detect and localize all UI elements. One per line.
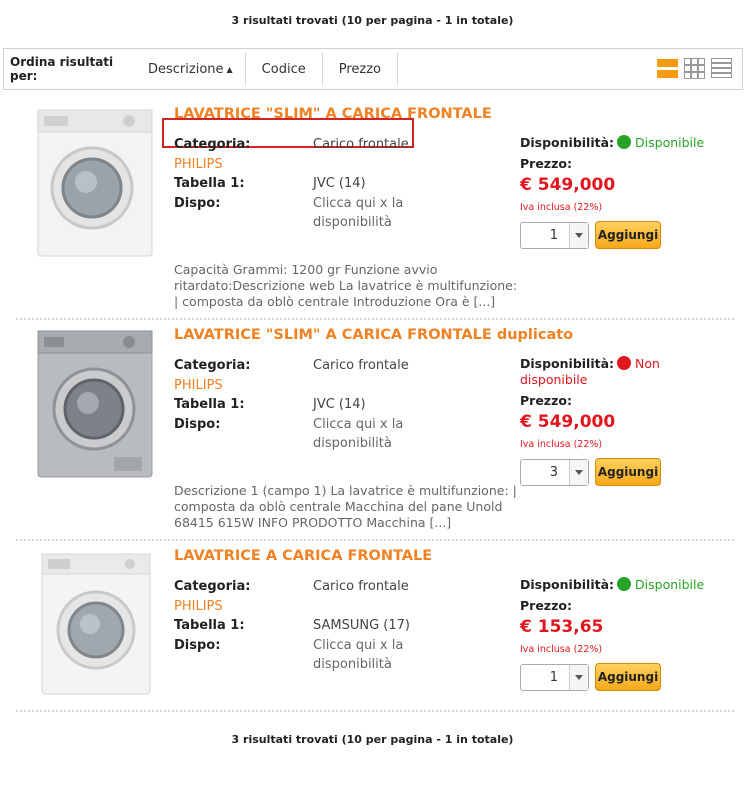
price-value: € 153,65 [520, 617, 604, 637]
dispo-label: Dispo: [174, 196, 221, 211]
price-label: Prezzo: [520, 598, 572, 613]
sort-ascending-icon: ▲ [226, 64, 233, 74]
brand-link[interactable]: PHILIPS [174, 157, 223, 172]
washing-machine-image[interactable] [34, 108, 156, 258]
product-card: LAVATRICE "SLIM" A CARICA FRONTALE dupli… [16, 321, 734, 541]
category-value: Carico frontale [313, 137, 409, 152]
list-view-icon[interactable] [657, 58, 678, 79]
chevron-down-icon [569, 460, 588, 485]
availability-row: Disponibilità: Disponibile [520, 577, 704, 592]
chevron-down-icon [569, 223, 588, 248]
sort-descrizione-button[interactable]: Descrizione ▲ [140, 52, 246, 86]
tabella-value: JVC (14) [313, 176, 366, 191]
tabella-label: Tabella 1: [174, 176, 245, 191]
tabella-label: Tabella 1: [174, 618, 245, 633]
compact-list-icon[interactable] [711, 58, 732, 79]
sort-bar: Ordina risultati per: Descrizione ▲ Codi… [3, 48, 743, 90]
price-value: € 549,000 [520, 175, 616, 195]
add-to-cart-button[interactable]: Aggiungi [595, 663, 661, 691]
tabella-value: JVC (14) [313, 397, 366, 412]
category-value: Carico frontale [313, 358, 409, 373]
category-value: Carico frontale [313, 579, 409, 594]
brand-link[interactable]: PHILIPS [174, 378, 223, 393]
quantity-select[interactable]: 1 [520, 664, 589, 691]
washing-machine-image[interactable] [34, 550, 156, 700]
dispo-label: Dispo: [174, 638, 221, 653]
quantity-select[interactable]: 1 [520, 222, 589, 249]
add-to-cart-button[interactable]: Aggiungi [595, 458, 661, 486]
results-count-bottom: 3 risultati trovati (10 per pagina - 1 i… [231, 733, 514, 746]
dispo-link[interactable]: Clicca qui x la disponibilità [313, 415, 423, 453]
product-card: LAVATRICE A CARICA FRONTALE Categoria: C… [16, 542, 734, 712]
category-label: Categoria: [174, 579, 251, 594]
availability-dot-icon [617, 356, 632, 370]
availability-row: Disponibilità: Non disponibile [520, 356, 700, 388]
sort-codice-button[interactable]: Codice [246, 52, 323, 86]
availability-label: Disponibilità: [520, 356, 615, 371]
category-label: Categoria: [174, 358, 251, 373]
product-description: Capacità Grammi: 1200 gr Funzione avvio … [174, 262, 518, 309]
vat-note: Iva inclusa (22%) [520, 202, 603, 213]
dispo-link[interactable]: Clicca qui x la disponibilità [313, 194, 423, 232]
availability-label: Disponibilità: [520, 577, 615, 592]
tabella-label: Tabella 1: [174, 397, 245, 412]
product-description: Descrizione 1 (campo 1) La lavatrice è m… [174, 483, 517, 530]
availability-dot-icon [617, 577, 632, 591]
availability-value: Disponibile [635, 135, 705, 150]
price-label: Prezzo: [520, 156, 572, 171]
category-label: Categoria: [174, 137, 251, 152]
chevron-down-icon [569, 665, 588, 690]
vat-note: Iva inclusa (22%) [520, 439, 603, 450]
availability-value: Disponibile [635, 577, 705, 592]
washing-machine-image[interactable] [34, 329, 156, 479]
vat-note: Iva inclusa (22%) [520, 644, 603, 655]
price-label: Prezzo: [520, 393, 572, 408]
sort-prezzo-button[interactable]: Prezzo [323, 52, 398, 86]
sort-label: Ordina risultati per: [10, 55, 114, 83]
quantity-select[interactable]: 3 [520, 459, 589, 486]
grid-view-icon[interactable] [684, 58, 705, 79]
product-card: LAVATRICE "SLIM" A CARICA FRONTALE Categ… [16, 100, 734, 320]
availability-row: Disponibilità: Disponibile [520, 135, 704, 150]
tabella-value: SAMSUNG (17) [313, 618, 410, 633]
quantity-value: 3 [549, 465, 558, 480]
availability-label: Disponibilità: [520, 135, 615, 150]
quantity-value: 1 [549, 670, 558, 685]
dispo-label: Dispo: [174, 417, 221, 432]
price-value: € 549,000 [520, 412, 616, 432]
add-to-cart-button[interactable]: Aggiungi [595, 221, 661, 249]
sort-descrizione-label: Descrizione [148, 61, 224, 77]
product-title[interactable]: LAVATRICE "SLIM" A CARICA FRONTALE dupli… [174, 327, 573, 343]
product-title[interactable]: LAVATRICE A CARICA FRONTALE [174, 548, 432, 564]
dispo-link[interactable]: Clicca qui x la disponibilità [313, 636, 423, 674]
brand-link[interactable]: PHILIPS [174, 599, 223, 614]
quantity-value: 1 [549, 228, 558, 243]
results-count-top: 3 risultati trovati (10 per pagina - 1 i… [231, 14, 514, 27]
availability-dot-icon [617, 135, 632, 149]
